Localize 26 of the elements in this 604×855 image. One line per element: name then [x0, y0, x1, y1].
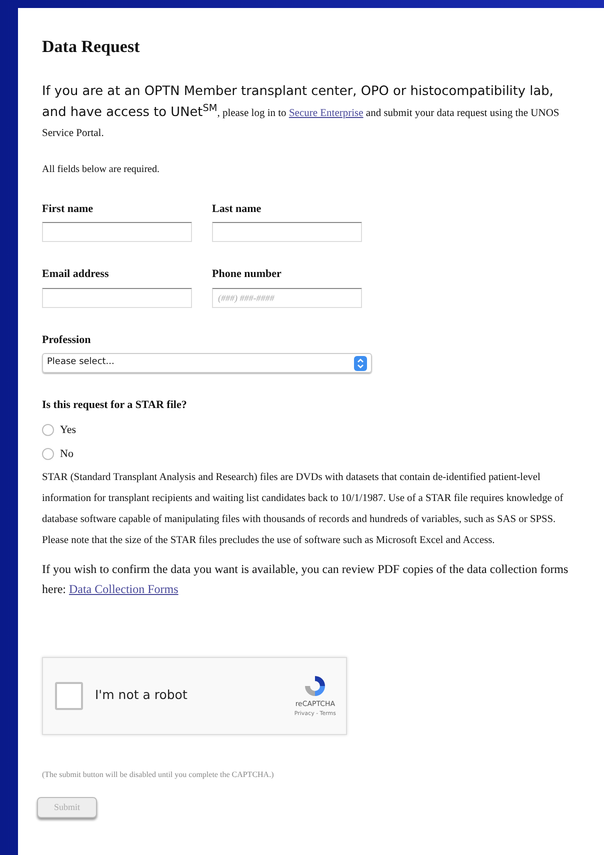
question-label: Is this request for a STAR file? — [42, 398, 188, 413]
input-field[interactable] — [42, 288, 192, 308]
radio-label: Yes — [60, 422, 76, 438]
field-label: Email address — [42, 267, 110, 282]
forms-note: If you wish to confirm the data you want is available, you can review PDF copies of the data collection forms here: Data Collection Forms — [42, 560, 570, 598]
data-collection-forms-link[interactable]: Data Collection Forms — [68, 582, 178, 596]
field-label: Phone number — [212, 267, 282, 282]
field-label: Last name — [212, 202, 262, 216]
profession-select[interactable]: Please select... — [42, 353, 372, 373]
star-description: STAR (Standard Transplant Analysis and Research) files are DVDs with datasets that contain de-identified patient-level information for transplant recipients and waiting list candidates back to 10/1/1987. Use of a STAR file requires knowledge of database software capable of manipulating files with thousands of records and hundreds of variables, such as SAS or SPSS. Please note that the size of the STAR files precludes the use of software such as Microsoft Excel and Access. — [42, 470, 564, 548]
intro-paragraph: If you are at an OPTN Member transplant center, OPO or histocompatibility lab, and have access to UNet$^{SM}$, please log in to Secure Enterprise and submit your data request using the UNOS Service Portal. — [42, 82, 560, 140]
input-field[interactable] — [42, 222, 192, 242]
radio-button[interactable] — [42, 448, 54, 460]
dropdown-arrow-icon — [354, 356, 367, 370]
secure-enterprise-link[interactable]: Secure Enterprise — [288, 108, 364, 118]
field-label: First name — [42, 202, 94, 216]
captcha-label: I'm not a robot — [95, 686, 188, 704]
captcha-checkbox[interactable] — [55, 682, 83, 710]
required-note: All fields below are required. — [42, 162, 160, 176]
radio-label: No — [60, 447, 74, 462]
radio-button[interactable] — [42, 424, 54, 436]
input-field[interactable] — [212, 222, 362, 242]
submit-note: (The submit button will be disabled until you complete the CAPTCHA.) — [42, 768, 275, 780]
input-field[interactable]: (###) ###-#### — [212, 288, 362, 308]
page-heading: Data Request — [42, 36, 141, 58]
field-label: Profession — [42, 332, 92, 348]
